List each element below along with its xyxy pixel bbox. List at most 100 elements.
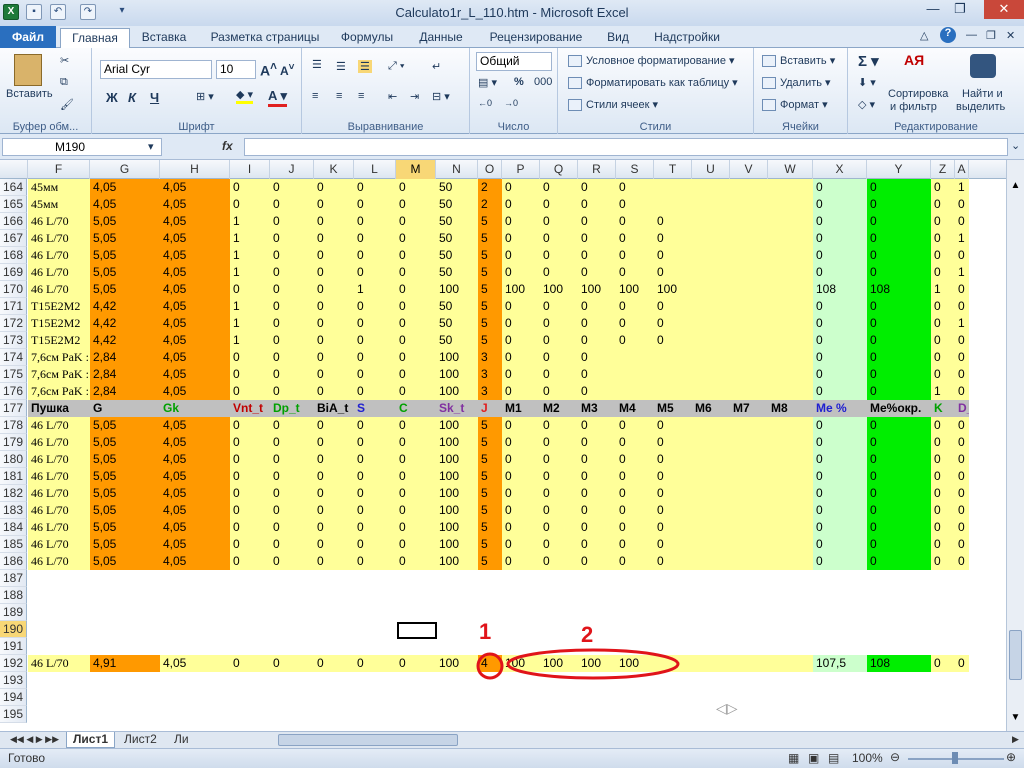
cell-L179[interactable]: 0 (354, 434, 396, 451)
cell-V170[interactable] (730, 281, 768, 298)
zoom-out-icon[interactable]: ⊖ (890, 750, 900, 764)
column-header-A[interactable]: A (955, 160, 969, 179)
cell-R176[interactable]: 0 (578, 383, 616, 400)
cell-P166[interactable]: 0 (502, 213, 540, 230)
cell-M172[interactable]: 0 (396, 315, 436, 332)
cell-O180[interactable]: 5 (478, 451, 502, 468)
cell-H174[interactable]: 4,05 (160, 349, 230, 366)
cell-R168[interactable]: 0 (578, 247, 616, 264)
cell-W167[interactable] (768, 230, 813, 247)
cell-U182[interactable] (692, 485, 730, 502)
cell-U183[interactable] (692, 502, 730, 519)
cell-G175[interactable]: 2,84 (90, 366, 160, 383)
cell-Y172[interactable]: 0 (867, 315, 931, 332)
cell-P178[interactable]: 0 (502, 417, 540, 434)
cell-V176[interactable] (730, 383, 768, 400)
cell-I178[interactable]: 0 (230, 417, 270, 434)
cell-H192[interactable]: 4,05 (160, 655, 230, 672)
cell-U167[interactable] (692, 230, 730, 247)
cell-S178[interactable]: 0 (616, 417, 654, 434)
cell-N166[interactable]: 50 (436, 213, 478, 230)
delete-cells-button[interactable]: Удалить ▾ (762, 76, 831, 90)
cell-M176[interactable]: 0 (396, 383, 436, 400)
row-header[interactable]: 184 (0, 519, 27, 536)
cell-H167[interactable]: 4,05 (160, 230, 230, 247)
cell-G179[interactable]: 5,05 (90, 434, 160, 451)
cell-G186[interactable]: 5,05 (90, 553, 160, 570)
cell-Q171[interactable]: 0 (540, 298, 578, 315)
cell-P177[interactable]: M1 (502, 400, 540, 417)
cell-H165[interactable]: 4,05 (160, 196, 230, 213)
cell-Z170[interactable]: 1 (931, 281, 955, 298)
cell-N185[interactable]: 100 (436, 536, 478, 553)
cell-Y171[interactable]: 0 (867, 298, 931, 315)
cell-K173[interactable]: 0 (314, 332, 354, 349)
cell-G169[interactable]: 5,05 (90, 264, 160, 281)
cell-Z186[interactable]: 0 (931, 553, 955, 570)
cell-Y177[interactable]: Me%окр. (867, 400, 931, 417)
cell-W164[interactable] (768, 179, 813, 196)
help-icon[interactable]: ? (940, 27, 956, 43)
cell-V178[interactable] (730, 417, 768, 434)
column-header-V[interactable]: V (730, 160, 768, 179)
cell-J164[interactable]: 0 (270, 179, 314, 196)
cell-N174[interactable]: 100 (436, 349, 478, 366)
page-break-view-icon[interactable]: ▤ (828, 751, 839, 765)
row-header[interactable]: 173 (0, 332, 27, 349)
cell-X167[interactable]: 0 (813, 230, 867, 247)
cell-T185[interactable]: 0 (654, 536, 692, 553)
cell-A165[interactable]: 0 (955, 196, 969, 213)
cell-J181[interactable]: 0 (270, 468, 314, 485)
cell-I192[interactable]: 0 (230, 655, 270, 672)
cell-S179[interactable]: 0 (616, 434, 654, 451)
cell-F179[interactable]: 46 L/70 (28, 434, 90, 451)
column-header-M[interactable]: M (396, 160, 436, 179)
cell-S183[interactable]: 0 (616, 502, 654, 519)
cell-J169[interactable]: 0 (270, 264, 314, 281)
cell-F174[interactable]: 7,6см PaK : (28, 349, 90, 366)
row-header[interactable]: 164 (0, 179, 27, 196)
cell-O177[interactable]: J (478, 400, 502, 417)
cell-K179[interactable]: 0 (314, 434, 354, 451)
cell-F165[interactable]: 45мм (28, 196, 90, 213)
cell-X170[interactable]: 108 (813, 281, 867, 298)
row-header[interactable]: 179 (0, 434, 27, 451)
cell-U169[interactable] (692, 264, 730, 281)
cell-X175[interactable]: 0 (813, 366, 867, 383)
cell-F186[interactable]: 46 L/70 (28, 553, 90, 570)
cell-Q166[interactable]: 0 (540, 213, 578, 230)
column-header-I[interactable]: I (230, 160, 270, 179)
cell-M186[interactable]: 0 (396, 553, 436, 570)
cell-H178[interactable]: 4,05 (160, 417, 230, 434)
cell-M175[interactable]: 0 (396, 366, 436, 383)
cell-Y184[interactable]: 0 (867, 519, 931, 536)
cell-P182[interactable]: 0 (502, 485, 540, 502)
cell-P180[interactable]: 0 (502, 451, 540, 468)
cell-V168[interactable] (730, 247, 768, 264)
cell-M167[interactable]: 0 (396, 230, 436, 247)
cell-S168[interactable]: 0 (616, 247, 654, 264)
cell-N172[interactable]: 50 (436, 315, 478, 332)
column-header-Q[interactable]: Q (540, 160, 578, 179)
cell-S164[interactable]: 0 (616, 179, 654, 196)
grow-font-icon[interactable]: A˄ (260, 60, 277, 79)
cell-Z180[interactable]: 0 (931, 451, 955, 468)
cell-A169[interactable]: 1 (955, 264, 969, 281)
paste-icon[interactable] (14, 54, 42, 86)
cell-Y185[interactable]: 0 (867, 536, 931, 553)
cell-G192[interactable]: 4,91 (90, 655, 160, 672)
cell-I168[interactable]: 1 (230, 247, 270, 264)
column-header-N[interactable]: N (436, 160, 478, 179)
cell-T168[interactable]: 0 (654, 247, 692, 264)
cell-R183[interactable]: 0 (578, 502, 616, 519)
cell-W174[interactable] (768, 349, 813, 366)
cell-N176[interactable]: 100 (436, 383, 478, 400)
cell-V186[interactable] (730, 553, 768, 570)
cell-Q178[interactable]: 0 (540, 417, 578, 434)
cell-P183[interactable]: 0 (502, 502, 540, 519)
cell-A167[interactable]: 1 (955, 230, 969, 247)
vertical-scroll-thumb[interactable] (1009, 630, 1022, 680)
cell-J177[interactable]: Dp_t (270, 400, 314, 417)
tab-review[interactable]: Рецензирование (480, 28, 592, 48)
vertical-scrollbar[interactable]: ▲ ▼ (1006, 160, 1024, 732)
